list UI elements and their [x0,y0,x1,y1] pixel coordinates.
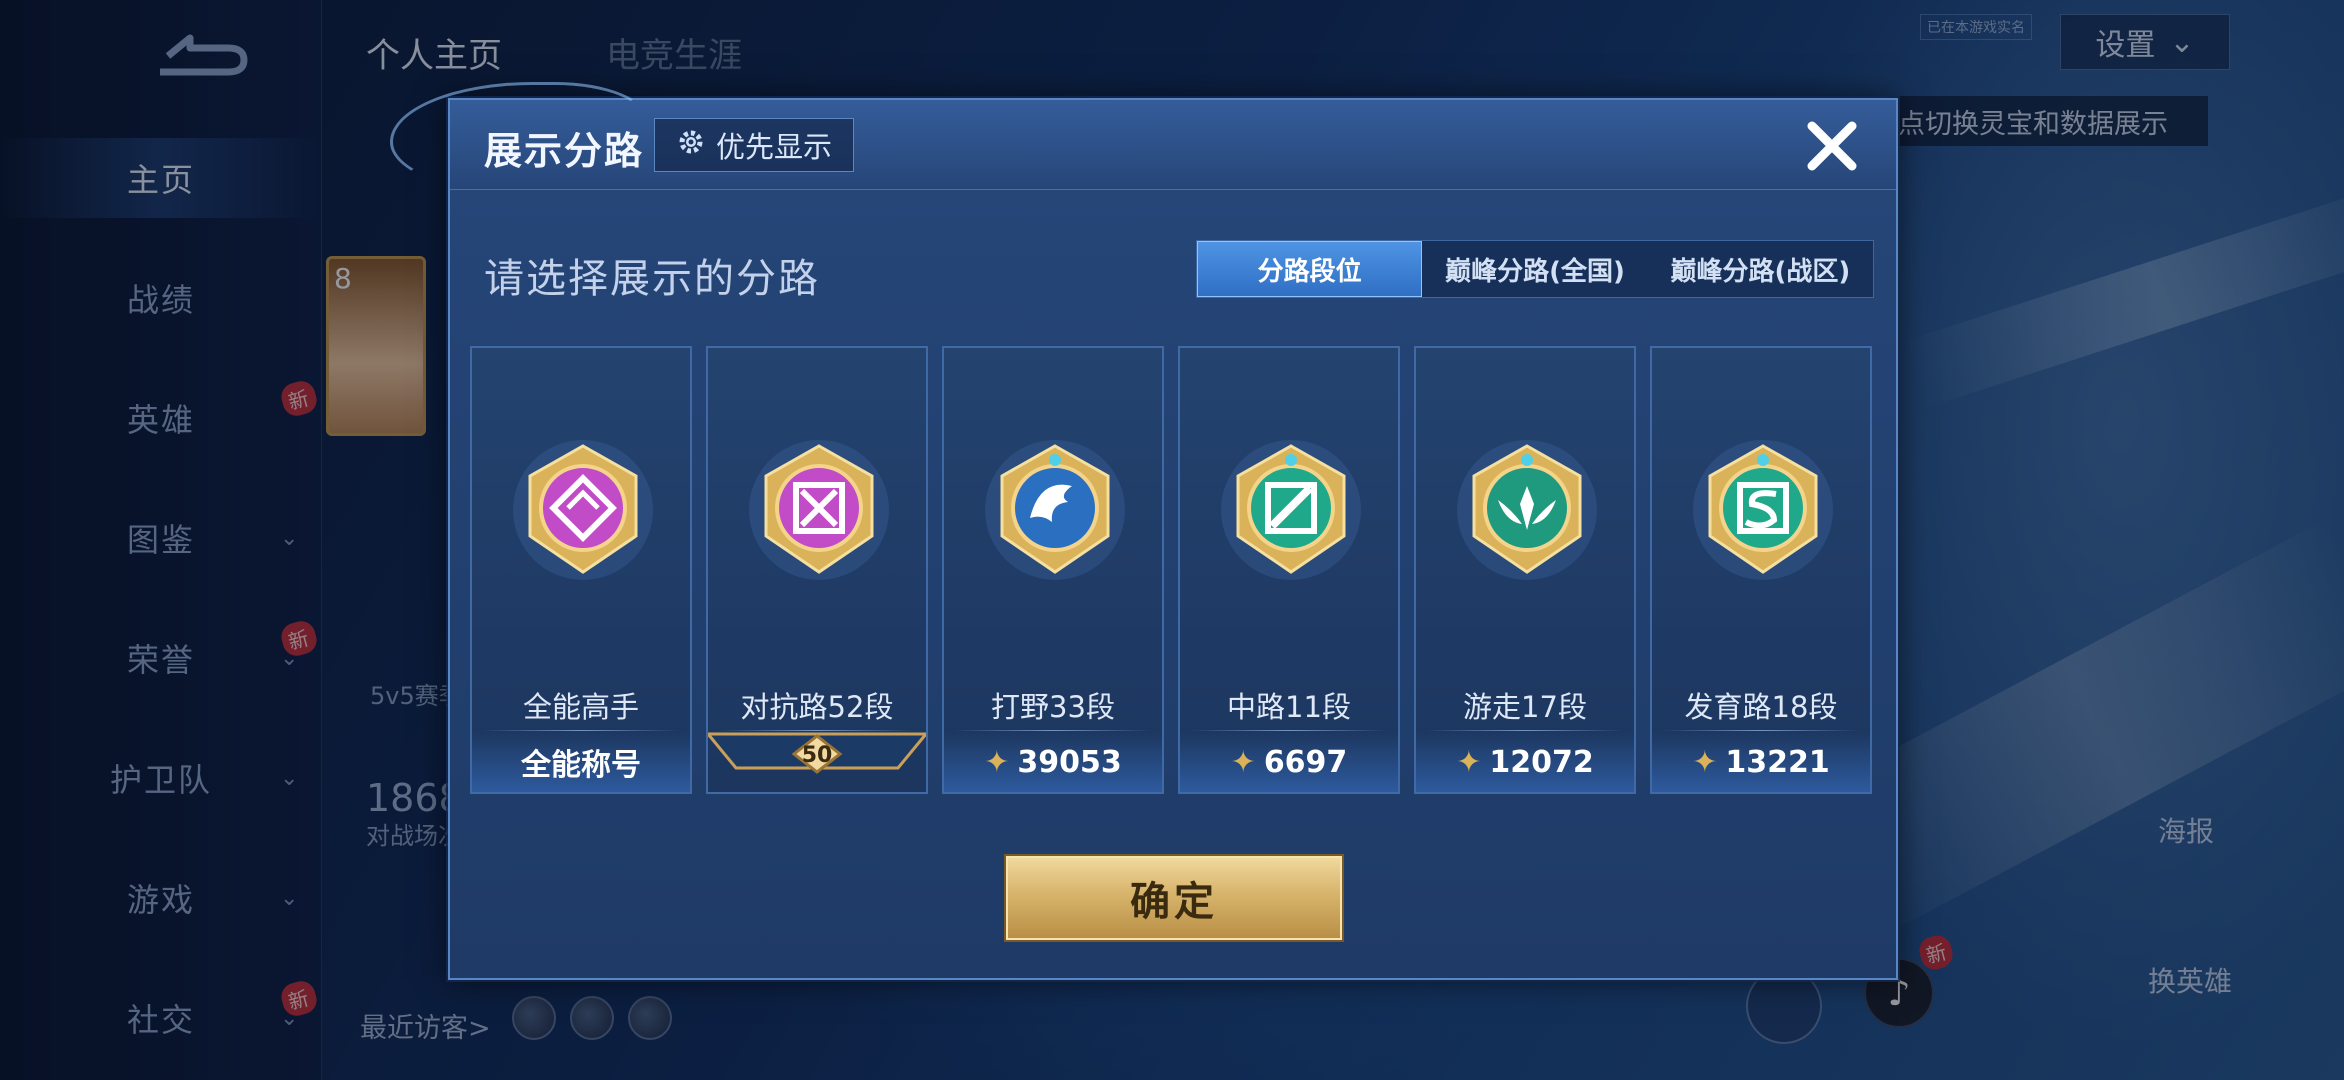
lane-name: 打野33段 [991,690,1115,724]
lane-filter-tabs: 分路段位 巅峰分路(全国) 巅峰分路(战区) [1196,240,1874,298]
rank-badge-value: 50 [802,743,833,768]
combat-power-value: 6697 [1263,744,1348,780]
modal-title: 展示分路 [484,129,645,173]
divider [718,730,916,731]
divider [1426,730,1624,731]
combat-power-icon: ✦ [1692,744,1718,780]
combat-power-value: 13221 [1725,744,1830,780]
tab-peak-region[interactable]: 巅峰分路(战区) [1648,241,1873,297]
lane-display-modal: 展示分路 优先显示 请选择展示的分路 分路段位 巅峰分路(全国) 巅峰分路(战区… [390,82,1898,980]
divider [482,730,680,731]
divider [1190,730,1388,731]
lane-card-roam[interactable]: 游走17段 ✦ 12072 [1414,346,1636,794]
lane-name: 中路11段 [1227,690,1351,724]
lane-name: 发育路18段 [1684,690,1838,724]
confirm-button[interactable]: 确定 [1006,856,1342,940]
combat-power-value: 12072 [1489,744,1594,780]
lane-footer: ✦ 12072 [1416,732,1634,792]
lane-footer: 全能称号 [472,732,690,792]
close-button[interactable] [1802,116,1862,176]
lane-card-clash[interactable]: 对抗路52段 50 [706,346,928,794]
lane-card-jungle[interactable]: 打野33段 ✦ 39053 [942,346,1164,794]
tab-lane-rank[interactable]: 分路段位 [1197,241,1423,297]
lane-footer: ✦ 39053 [944,732,1162,792]
clash-lane-medal-icon [749,440,889,580]
divider [1662,730,1860,731]
jungle-medal-icon [985,440,1125,580]
gear-icon [676,127,706,164]
rank-ribbon-icon: 50 [708,732,926,774]
combat-power-value: 39053 [1017,744,1122,780]
lane-footer: ✦ 13221 [1652,732,1870,792]
lane-name: 游走17段 [1463,690,1587,724]
combat-power-icon: ✦ [1230,744,1256,780]
roam-medal-icon [1457,440,1597,580]
lane-footer: ✦ 6697 [1180,732,1398,792]
all-round-medal-icon [513,440,653,580]
lane-card-farm[interactable]: 发育路18段 ✦ 13221 [1650,346,1872,794]
combat-power-icon: ✦ [1456,744,1482,780]
combat-power-icon: ✦ [984,744,1010,780]
close-icon [1807,121,1857,171]
priority-display-button[interactable]: 优先显示 [654,118,854,172]
lane-card-mid[interactable]: 中路11段 ✦ 6697 [1178,346,1400,794]
divider [954,730,1152,731]
mid-lane-medal-icon [1221,440,1361,580]
all-round-title: 全能称号 [521,748,641,783]
lane-card-all-round[interactable]: 全能高手 全能称号 [470,346,692,794]
lane-name: 对抗路52段 [740,690,894,724]
tab-peak-national[interactable]: 巅峰分路(全国) [1422,241,1647,297]
priority-label: 优先显示 [715,130,832,164]
farm-lane-medal-icon [1693,440,1833,580]
lane-name: 全能高手 [522,690,639,724]
modal-subtitle: 请选择展示的分路 [484,256,820,302]
